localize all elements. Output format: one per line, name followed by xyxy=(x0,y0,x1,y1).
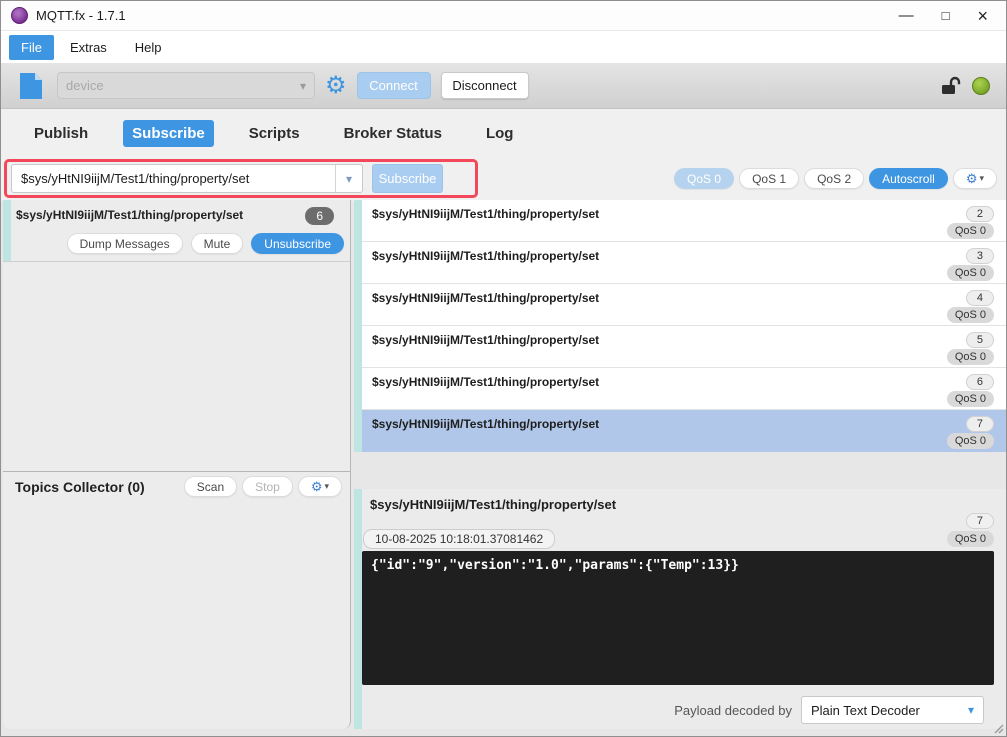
chevron-down-icon: ▾ xyxy=(299,78,306,93)
stop-button[interactable]: Stop xyxy=(242,476,293,497)
detail-seq-badge: 7 xyxy=(965,513,994,529)
message-qos-badge: QoS 0 xyxy=(946,349,994,365)
menu-bar: File Extras Help xyxy=(1,31,1006,63)
disconnect-button[interactable]: Disconnect xyxy=(440,72,529,99)
message-qos-badge: QoS 0 xyxy=(946,433,994,449)
message-topic: $sys/yHtNI9iijM/Test1/thing/property/set xyxy=(372,333,600,347)
gear-icon: ⚙ xyxy=(310,479,323,494)
menu-help[interactable]: Help xyxy=(123,35,174,60)
connection-settings-icon[interactable]: ⚙ xyxy=(325,73,347,98)
subscribe-settings-button[interactable]: ⚙ ▾ xyxy=(952,168,997,189)
connect-button[interactable]: Connect xyxy=(356,72,431,99)
message-seq-badge: 2 xyxy=(965,206,994,222)
message-row[interactable]: $sys/yHtNI9iijM/Test1/thing/property/set… xyxy=(362,242,1006,284)
tab-subscribe[interactable]: Subscribe xyxy=(123,119,214,147)
subscription-actions: Dump Messages Mute Unsubscribe xyxy=(66,233,344,254)
window-title: MQTT.fx - 1.7.1 xyxy=(36,8,126,23)
profile-select[interactable]: device ▾ xyxy=(57,72,315,99)
mqttfx-window: MQTT.fx - 1.7.1 — □ × File Extras Help d… xyxy=(0,0,1007,737)
detail-timestamp: 10-08-2025 10:18:01.37081462 xyxy=(363,529,556,549)
message-seq-badge: 7 xyxy=(965,416,994,432)
window-controls: — □ × xyxy=(899,7,996,25)
message-topic: $sys/yHtNI9iijM/Test1/thing/property/set xyxy=(372,207,600,221)
message-topic: $sys/yHtNI9iijM/Test1/thing/property/set xyxy=(372,291,600,305)
topics-collector-header: Topics Collector (0) Scan Stop ⚙ ▾ xyxy=(3,471,350,501)
close-icon[interactable]: × xyxy=(977,7,988,25)
message-list-accent-strip xyxy=(354,200,362,452)
message-qos-badge: QoS 0 xyxy=(946,223,994,239)
scan-button[interactable]: Scan xyxy=(183,476,238,497)
resize-grip[interactable] xyxy=(992,722,1004,734)
qos0-toggle[interactable]: QoS 0 xyxy=(674,168,735,189)
message-row[interactable]: $sys/yHtNI9iijM/Test1/thing/property/set… xyxy=(362,284,1006,326)
message-qos-badge: QoS 0 xyxy=(946,307,994,323)
connection-status-indicator xyxy=(972,76,990,95)
maximize-icon[interactable]: □ xyxy=(942,9,950,22)
qos2-toggle[interactable]: QoS 2 xyxy=(804,168,865,189)
app-icon xyxy=(11,7,28,24)
new-profile-icon[interactable] xyxy=(19,72,43,100)
topics-collector-title: Topics Collector (0) xyxy=(15,478,145,495)
message-detail-panel: $sys/yHtNI9iijM/Test1/thing/property/set… xyxy=(354,489,1006,729)
subscription-accent-strip xyxy=(3,200,11,261)
autoscroll-toggle[interactable]: Autoscroll xyxy=(869,168,948,189)
subscription-item[interactable]: $sys/yHtNI9iijM/Test1/thing/property/set… xyxy=(3,200,350,262)
tab-log[interactable]: Log xyxy=(477,120,523,147)
tab-scripts[interactable]: Scripts xyxy=(240,120,309,147)
chevron-down-icon: ▾ xyxy=(979,173,984,183)
message-list: $sys/yHtNI9iijM/Test1/thing/property/set… xyxy=(354,200,1006,452)
message-row[interactable]: $sys/yHtNI9iijM/Test1/thing/property/set… xyxy=(362,368,1006,410)
qos1-toggle[interactable]: QoS 1 xyxy=(739,168,800,189)
tab-bar: Publish Subscribe Scripts Broker Status … xyxy=(1,109,1006,157)
message-seq-badge: 6 xyxy=(965,374,994,390)
message-seq-badge: 3 xyxy=(965,248,994,264)
subscription-count-badge: 6 xyxy=(305,207,334,225)
subscribe-button[interactable]: Subscribe xyxy=(372,164,443,193)
decoder-row: Payload decoded by Plain Text Decoder ▾ xyxy=(674,696,984,724)
tab-publish[interactable]: Publish xyxy=(25,120,97,147)
decoder-select-value: Plain Text Decoder xyxy=(811,702,920,718)
detail-topic: $sys/yHtNI9iijM/Test1/thing/property/set xyxy=(370,497,617,512)
subscriptions-panel: $sys/yHtNI9iijM/Test1/thing/property/set… xyxy=(3,200,351,729)
menu-extras[interactable]: Extras xyxy=(58,35,119,60)
connection-status xyxy=(941,76,994,95)
title-bar: MQTT.fx - 1.7.1 — □ × xyxy=(1,1,1006,31)
detail-accent-strip xyxy=(354,489,362,729)
chevron-down-icon: ▾ xyxy=(967,703,974,717)
topics-collector-actions: Scan Stop ⚙ ▾ xyxy=(183,476,342,497)
message-row-selected[interactable]: $sys/yHtNI9iijM/Test1/thing/property/set… xyxy=(362,410,1006,452)
tab-broker-status[interactable]: Broker Status xyxy=(335,120,451,147)
message-seq-badge: 4 xyxy=(965,290,994,306)
connection-toolbar: device ▾ ⚙ Connect Disconnect xyxy=(1,63,1006,109)
dump-messages-button[interactable]: Dump Messages xyxy=(66,233,183,254)
message-seq-badge: 5 xyxy=(965,332,994,348)
message-topic: $sys/yHtNI9iijM/Test1/thing/property/set xyxy=(372,375,600,389)
detail-qos-badge: QoS 0 xyxy=(946,531,994,547)
decoder-select[interactable]: Plain Text Decoder ▾ xyxy=(801,696,984,724)
lock-open-icon xyxy=(942,76,961,94)
message-topic: $sys/yHtNI9iijM/Test1/thing/property/set xyxy=(372,417,600,431)
subscribe-topic-value: $sys/yHtNI9iijM/Test1/thing/property/set xyxy=(21,171,250,186)
message-qos-badge: QoS 0 xyxy=(946,265,994,281)
subscribe-controls-row: $sys/yHtNI9iijM/Test1/thing/property/set… xyxy=(1,157,1006,201)
message-topic: $sys/yHtNI9iijM/Test1/thing/property/set xyxy=(372,249,600,263)
minimize-icon[interactable]: — xyxy=(899,8,914,23)
collector-settings-button[interactable]: ⚙ ▾ xyxy=(297,476,342,497)
unsubscribe-button[interactable]: Unsubscribe xyxy=(251,233,344,254)
message-qos-badge: QoS 0 xyxy=(946,391,994,407)
menu-file[interactable]: File xyxy=(9,34,54,60)
gear-icon: ⚙ xyxy=(965,171,978,186)
chevron-down-icon: ▾ xyxy=(324,481,329,491)
message-row[interactable]: $sys/yHtNI9iijM/Test1/thing/property/set… xyxy=(362,200,1006,242)
decoder-label: Payload decoded by xyxy=(674,702,792,718)
profile-select-value: device xyxy=(66,78,104,93)
subscribe-options: QoS 0 QoS 1 QoS 2 Autoscroll ⚙ ▾ xyxy=(674,168,997,189)
message-rows: $sys/yHtNI9iijM/Test1/thing/property/set… xyxy=(362,200,1006,452)
mute-button[interactable]: Mute xyxy=(190,233,244,254)
payload-viewer[interactable]: {"id":"9","version":"1.0","params":{"Tem… xyxy=(362,551,994,685)
subscription-topic: $sys/yHtNI9iijM/Test1/thing/property/set xyxy=(16,208,244,222)
subscribe-topic-input[interactable]: $sys/yHtNI9iijM/Test1/thing/property/set… xyxy=(11,164,363,193)
chevron-down-icon[interactable]: ▾ xyxy=(335,165,362,192)
message-row[interactable]: $sys/yHtNI9iijM/Test1/thing/property/set… xyxy=(362,326,1006,368)
